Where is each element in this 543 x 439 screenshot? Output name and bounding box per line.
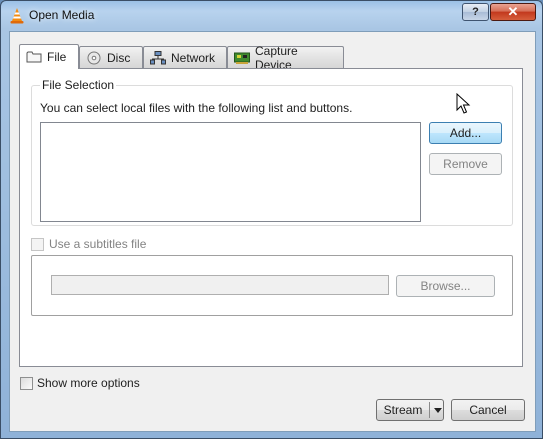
add-button[interactable]: Add... — [429, 122, 502, 144]
cancel-button[interactable]: Cancel — [451, 399, 525, 421]
vlc-cone-icon — [10, 8, 24, 24]
window-title: Open Media — [29, 8, 95, 22]
tab-network[interactable]: Network — [143, 46, 227, 68]
browse-button[interactable]: Browse... — [396, 275, 495, 297]
dialog-body: File Disc Network Capture Device File Se… — [9, 31, 536, 432]
mouse-pointer-icon — [456, 92, 472, 115]
remove-button[interactable]: Remove — [429, 153, 502, 175]
capture-card-icon — [234, 51, 250, 65]
tab-disc[interactable]: Disc — [79, 46, 143, 68]
subtitles-path-input[interactable] — [51, 275, 389, 295]
dropdown-arrow-icon[interactable] — [434, 408, 442, 413]
open-media-dialog: Open Media ? ✕ File Disc Network Capture… — [0, 0, 543, 439]
tab-capture-device[interactable]: Capture Device — [227, 44, 344, 72]
file-selection-title: File Selection — [40, 78, 117, 92]
split-divider — [429, 402, 430, 418]
stream-button[interactable]: Stream — [376, 399, 444, 421]
disc-icon — [86, 51, 102, 65]
folder-icon — [26, 50, 42, 64]
help-button[interactable]: ? — [462, 3, 489, 21]
file-list[interactable] — [40, 122, 421, 222]
tab-disc-label: Disc — [107, 50, 131, 65]
tab-file-label: File — [47, 50, 67, 64]
subtitles-label: Use a subtitles file — [49, 237, 147, 251]
file-selection-group: File Selection You can select local file… — [31, 78, 513, 226]
show-more-options-checkbox[interactable] — [20, 377, 33, 390]
show-more-options-label: Show more options — [37, 376, 140, 390]
stream-button-label: Stream — [383, 403, 423, 417]
file-tab-panel: File Selection You can select local file… — [19, 68, 523, 367]
title-bar[interactable]: Open Media ? ✕ — [1, 1, 542, 31]
subtitles-checkbox[interactable] — [31, 238, 44, 251]
tab-file[interactable]: File — [19, 44, 79, 69]
network-icon — [150, 50, 166, 65]
subtitles-group: Browse... — [31, 255, 513, 316]
close-button[interactable]: ✕ — [490, 3, 536, 21]
file-selection-hint: You can select local files with the foll… — [40, 101, 353, 115]
tab-network-label: Network — [171, 50, 216, 65]
